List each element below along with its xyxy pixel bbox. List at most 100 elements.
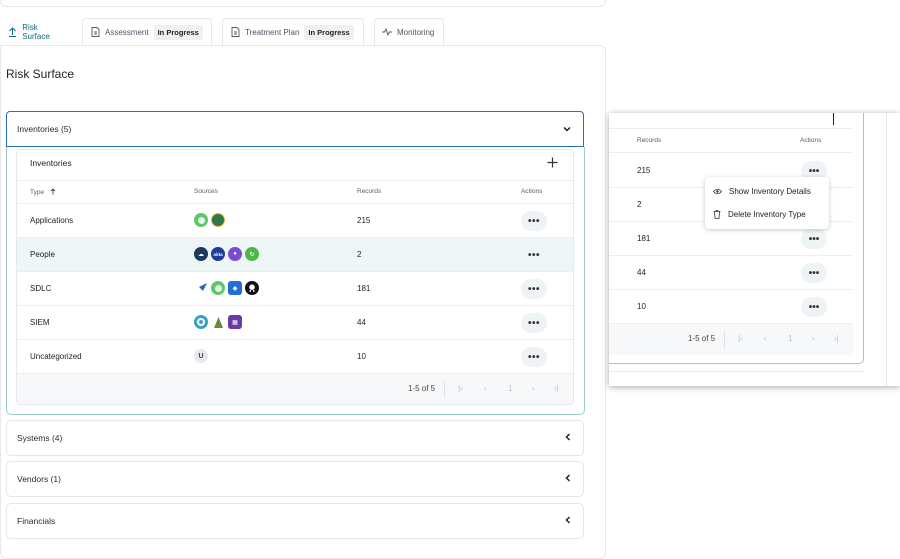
first-page-icon[interactable]: |‹ (738, 334, 743, 343)
status-badge: In Progress (153, 24, 203, 40)
row-records: 44 (357, 318, 366, 327)
chevron-left-icon (565, 433, 571, 443)
row-records: 2 (637, 200, 642, 209)
chevron-left-icon (565, 516, 571, 526)
table-row[interactable]: 10 ••• (609, 290, 853, 324)
row-records: 2 (357, 250, 362, 259)
last-page-icon[interactable]: ›| (554, 384, 559, 393)
table-row[interactable]: People ☁ okta ● ↻ 2 ••• (17, 238, 573, 272)
grid-icon: ▦ (228, 315, 242, 329)
divider (886, 113, 887, 386)
row-records: 10 (357, 352, 366, 361)
row-type: SDLC (30, 284, 52, 293)
okta-icon: okta (211, 247, 225, 261)
table-row[interactable]: Applications 215 ••• (17, 204, 573, 238)
table-row[interactable]: 44 ••• (609, 256, 853, 290)
tab-label: Monitoring (397, 27, 435, 37)
last-page-icon[interactable]: ›| (834, 334, 839, 343)
row-type: Applications (30, 216, 74, 225)
accordion-label: Vendors (1) (17, 474, 61, 484)
eye-icon (713, 188, 722, 195)
row-actions-button[interactable]: ••• (801, 297, 827, 317)
tiger-badge-icon (211, 213, 225, 227)
column-header-records: Records (637, 137, 662, 144)
tab-risk-surface[interactable]: Risk Surface (0, 18, 72, 45)
tab-assessment[interactable]: Assessment In Progress (82, 18, 212, 45)
letter-u-icon: U (194, 349, 208, 363)
row-actions-button[interactable]: ••• (521, 211, 547, 231)
row-actions-button[interactable]: ••• (801, 229, 827, 249)
page-number[interactable]: 1 (788, 334, 792, 343)
chevron-down-icon (563, 124, 571, 134)
row-actions-button[interactable]: ••• (521, 245, 547, 265)
green-circle-icon (194, 213, 208, 227)
cloud-icon: ☁ (194, 247, 208, 261)
green-circle-icon (211, 281, 225, 295)
row-actions-button[interactable]: ••• (521, 279, 547, 299)
tab-label: Assessment (105, 27, 149, 37)
tab-treatment-plan[interactable]: Treatment Plan In Progress (222, 18, 364, 45)
tab-monitoring[interactable]: Monitoring (374, 18, 444, 45)
prev-page-icon[interactable]: ‹ (764, 334, 767, 343)
sync-icon: ↻ (245, 247, 259, 261)
next-page-icon[interactable]: › (532, 384, 535, 393)
table-header: Type Sources Records Actions (17, 180, 573, 204)
table-header: Records Actions (609, 128, 853, 153)
accordion-systems[interactable]: Systems (4) (6, 420, 584, 456)
sources-cell: ◆ (194, 281, 259, 295)
next-page-icon[interactable]: › (812, 334, 815, 343)
zoom-overlay: Records Actions 215 ••• 2 181 ••• 44 •••… (609, 113, 900, 386)
row-records: 10 (637, 302, 646, 311)
menu-item-delete-type[interactable]: Delete Inventory Type (713, 210, 806, 219)
column-header-records: Records (357, 188, 382, 195)
shield-icon: ◆ (228, 281, 242, 295)
pipelines-icon (194, 281, 208, 295)
table-row[interactable]: SDLC ◆ 181 ••• (17, 272, 573, 306)
row-records: 181 (637, 234, 651, 243)
row-records: 215 (357, 216, 371, 225)
column-header-actions: Actions (521, 188, 543, 195)
stack-icon (211, 315, 225, 329)
next-accordion-edge (609, 371, 864, 386)
sources-cell: ☁ okta ● ↻ (194, 247, 259, 261)
pagination-range: 1-5 of 5 (408, 384, 436, 393)
column-header-type[interactable]: Type (30, 188, 56, 196)
pagination-range: 1-5 of 5 (688, 334, 716, 343)
accordion-financials[interactable]: Financials (6, 503, 584, 539)
top-frame (0, 0, 606, 7)
row-records: 44 (637, 268, 646, 277)
menu-item-label: Delete Inventory Type (728, 210, 806, 219)
row-actions-button[interactable]: ••• (521, 313, 547, 333)
prev-page-icon[interactable]: ‹ (484, 384, 487, 393)
tab-label: Risk Surface (22, 23, 50, 41)
row-records: 215 (637, 166, 651, 175)
target-icon (194, 315, 208, 329)
accordion-vendors[interactable]: Vendors (1) (6, 461, 584, 497)
upload-icon (8, 27, 17, 37)
column-header-sources: Sources (194, 188, 218, 195)
row-records: 181 (357, 284, 371, 293)
row-actions-button[interactable]: ••• (521, 347, 547, 367)
row-actions-button[interactable]: ••• (801, 263, 827, 283)
table-pagination: 1-5 of 5 |‹ ‹ 1 › ›| (17, 373, 573, 404)
accordion-label: Financials (17, 516, 56, 526)
row-type: SIEM (30, 318, 50, 327)
sources-cell (194, 213, 225, 227)
page-number[interactable]: 1 (508, 384, 512, 393)
accordion-label: Systems (4) (17, 433, 63, 443)
accordion-inventories[interactable]: Inventories (5) (6, 111, 584, 147)
first-page-icon[interactable]: |‹ (458, 384, 463, 393)
accordion-label: Inventories (5) (17, 124, 72, 134)
arrow-up-icon (50, 188, 56, 195)
sources-cell: U (194, 349, 208, 363)
add-inventory-button[interactable] (547, 157, 558, 169)
status-badge: In Progress (304, 24, 354, 40)
menu-item-show-details[interactable]: Show Inventory Details (713, 187, 811, 196)
pulse-icon (382, 27, 392, 37)
page-title: Risk Surface (6, 67, 75, 81)
chevron-left-icon (565, 474, 571, 484)
card-title: Inventories (30, 158, 72, 168)
table-row[interactable]: SIEM ▦ 44 ••• (17, 306, 573, 340)
row-type: Uncategorized (30, 352, 82, 361)
table-row[interactable]: Uncategorized U 10 ••• (17, 340, 573, 374)
